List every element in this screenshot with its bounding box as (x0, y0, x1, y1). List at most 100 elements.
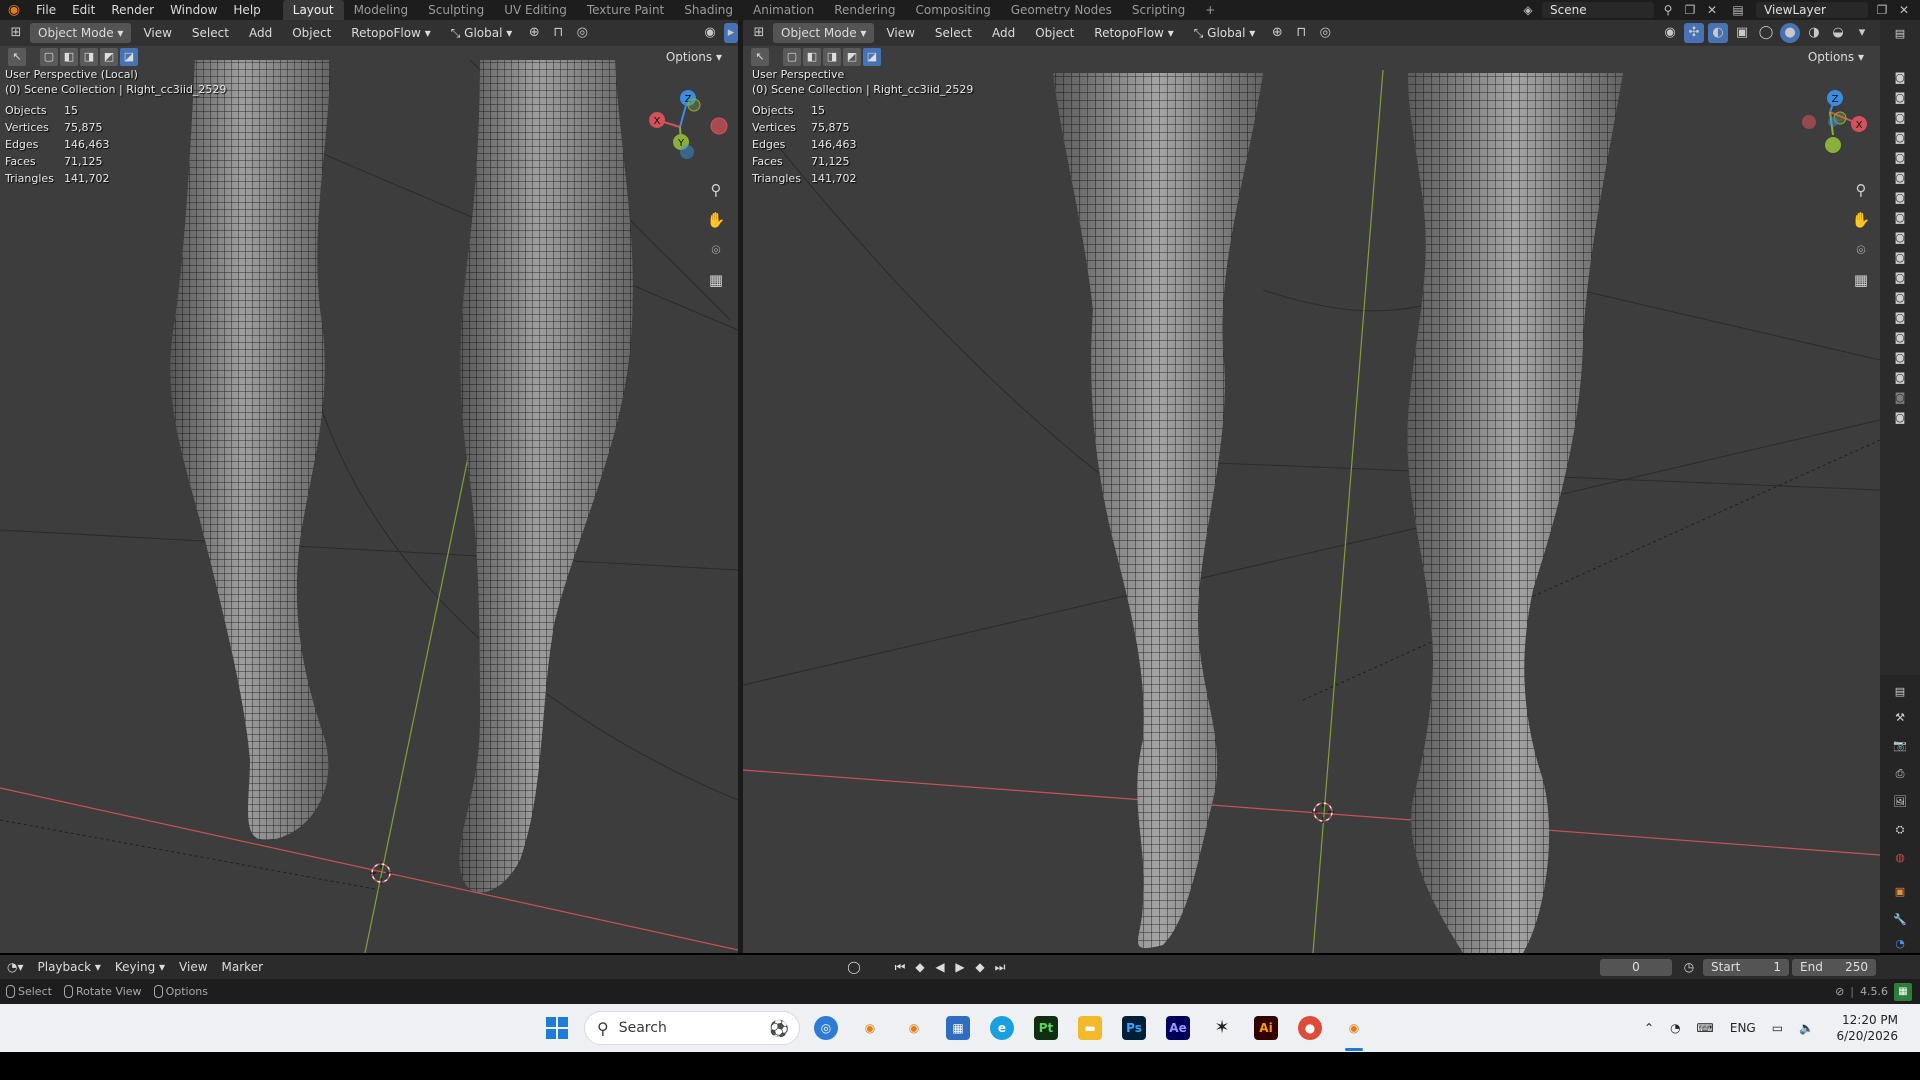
current-frame-field[interactable]: 0 (1600, 959, 1672, 976)
visibility-icon[interactable]: ◉ (700, 23, 720, 43)
physics-properties-icon[interactable]: ◔ (1892, 936, 1908, 952)
end-frame-field[interactable]: End 250 (1792, 959, 1876, 976)
right-retopoflow-menu[interactable]: RetopoFlow ▾ (1086, 23, 1181, 43)
properties-editor-icon[interactable]: ▤ (1892, 684, 1908, 700)
ortho-grid-icon[interactable]: ▦ (1849, 268, 1873, 292)
tab-modeling[interactable]: Modeling (344, 0, 419, 20)
output-properties-icon[interactable]: ⎙ (1892, 766, 1908, 782)
menu-playback[interactable]: Playback ▾ (31, 955, 108, 979)
left-retopoflow-menu[interactable]: RetopoFlow ▾ (343, 23, 438, 43)
select-mode-new-icon[interactable]: ▢ (40, 48, 58, 66)
camera-view-icon[interactable]: ⌾ (1849, 238, 1873, 262)
volume-icon[interactable]: 🔈 (1799, 1021, 1814, 1035)
menu-view[interactable]: View (172, 955, 214, 979)
after-effects-icon[interactable]: Ae (1166, 1016, 1190, 1040)
camera-toggle-icon[interactable]: ◙ (1892, 310, 1908, 326)
pivot-icon[interactable]: ⊕ (1267, 23, 1287, 43)
left-3d-viewport[interactable]: ⊞ Object Mode ▾ View Select Add Object R… (0, 20, 738, 953)
camera-toggle-icon[interactable]: ◙ (1892, 410, 1908, 426)
proportional-edit-icon[interactable]: ◎ (572, 23, 592, 43)
right-menu-select[interactable]: Select (927, 23, 980, 43)
toggle-gizmo-icon[interactable]: ▸ (724, 23, 738, 43)
tool-settings-icon[interactable]: ⚒ (1892, 710, 1908, 726)
ortho-grid-icon[interactable]: ▦ (704, 268, 728, 292)
select-mode-invert-icon[interactable]: ◩ (100, 48, 118, 66)
camera-toggle-icon[interactable]: ◙ (1892, 350, 1908, 366)
chrome-icon[interactable]: ● (1298, 1016, 1322, 1040)
keyboard-icon[interactable]: ⌨ (1697, 1021, 1714, 1035)
select-mode-intersect-icon[interactable]: ◪ (863, 48, 881, 66)
blender-logo-icon[interactable]: ◉ (6, 2, 22, 18)
tab-geometry-nodes[interactable]: Geometry Nodes (1001, 0, 1122, 20)
new-viewlayer-icon[interactable]: ❐ (1874, 2, 1890, 18)
timeline-editor-icon[interactable]: ◔▾ (0, 955, 31, 979)
select-mode-extend-icon[interactable]: ◧ (60, 48, 78, 66)
tab-compositing[interactable]: Compositing (905, 0, 1000, 20)
right-axis-gizmo[interactable]: Z X (1788, 82, 1878, 182)
language-indicator[interactable]: ENG (1730, 1021, 1756, 1035)
tab-texture-paint[interactable]: Texture Paint (577, 0, 674, 20)
next-keyframe-icon[interactable]: ◆ (972, 959, 988, 975)
left-mode-dropdown[interactable]: Object Mode ▾ (30, 23, 132, 43)
viewlayer-selector-icon[interactable]: ▤ (1726, 2, 1750, 18)
wireframe-shading-icon[interactable]: ◯ (1756, 23, 1776, 43)
camera-toggle-icon[interactable]: ◙ (1892, 210, 1908, 226)
play-icon[interactable]: ▶ (952, 959, 968, 975)
pycharm-icon[interactable]: Pt (1034, 1016, 1058, 1040)
left-menu-add[interactable]: Add (241, 23, 280, 43)
rendered-shading-icon[interactable]: ◒ (1828, 23, 1848, 43)
select-mode-subtract-icon[interactable]: ◨ (80, 48, 98, 66)
select-tool-icon[interactable]: ↖ (751, 48, 769, 66)
left-menu-object[interactable]: Object (284, 23, 339, 43)
select-mode-extend-icon[interactable]: ◧ (803, 48, 821, 66)
right-options-dropdown[interactable]: Options ▾ (1800, 47, 1872, 67)
start-icon[interactable] (545, 1016, 569, 1040)
menu-edit[interactable]: Edit (64, 0, 103, 20)
editor-type-icon[interactable]: ⊞ (6, 23, 26, 43)
select-mode-intersect-icon[interactable]: ◪ (120, 48, 138, 66)
camera-toggle-icon[interactable]: ◙ (1892, 190, 1908, 206)
right-3d-viewport[interactable]: ⊞ Object Mode ▾ View Select Add Object R… (743, 20, 1880, 953)
camera-toggle-icon[interactable]: ◙ (1892, 330, 1908, 346)
delete-viewlayer-icon[interactable]: ✕ (1896, 2, 1912, 18)
camera-toggle-icon[interactable]: ◙ (1892, 110, 1908, 126)
left-menu-select[interactable]: Select (184, 23, 237, 43)
select-mode-invert-icon[interactable]: ◩ (843, 48, 861, 66)
left-menu-view[interactable]: View (135, 23, 179, 43)
new-scene-icon[interactable]: ❐ (1682, 2, 1698, 18)
scene-selector-icon[interactable]: ◈ (1520, 2, 1536, 18)
camera-toggle-icon[interactable]: ◙ (1892, 390, 1908, 406)
proportional-edit-icon[interactable]: ◎ (1315, 23, 1335, 43)
camera-toggle-icon[interactable]: ◙ (1892, 250, 1908, 266)
add-workspace-button[interactable]: + (1195, 0, 1225, 20)
camera-toggle-icon[interactable]: ◙ (1892, 370, 1908, 386)
menu-render[interactable]: Render (103, 0, 162, 20)
edge-icon[interactable]: e (990, 1016, 1014, 1040)
tab-animation[interactable]: Animation (743, 0, 824, 20)
photoshop-icon[interactable]: Ps (1122, 1016, 1146, 1040)
pin-icon[interactable]: ⚲ (1660, 2, 1676, 18)
menu-marker[interactable]: Marker (215, 955, 270, 979)
solid-shading-icon[interactable]: ● (1780, 23, 1800, 43)
camera-toggle-icon[interactable]: ◙ (1892, 150, 1908, 166)
taskbar-search[interactable]: ⚲ Search ⚽ (584, 1011, 800, 1045)
shading-options-icon[interactable]: ▾ (1852, 23, 1872, 43)
right-menu-object[interactable]: Object (1027, 23, 1082, 43)
camera-toggle-icon[interactable]: ◙ (1892, 130, 1908, 146)
blender-app-icon-2[interactable]: ◉ (902, 1016, 926, 1040)
start-frame-field[interactable]: Start 1 (1703, 959, 1789, 976)
scene-properties-icon[interactable]: ⛭ (1892, 822, 1908, 838)
clock[interactable]: 12:20 PM 6/20/2026 (1834, 1004, 1898, 1052)
gizmo-toggle-icon[interactable]: ✣ (1684, 23, 1704, 43)
jump-end-icon[interactable]: ⏭ (992, 959, 1008, 975)
folder-icon[interactable]: ▬ (1078, 1016, 1102, 1040)
menu-window[interactable]: Window (162, 0, 225, 20)
tab-layout[interactable]: Layout (282, 0, 344, 20)
camera-toggle-icon[interactable]: ◙ (1892, 70, 1908, 86)
editor-type-icon[interactable]: ⊞ (749, 23, 769, 43)
store-icon[interactable]: ▦ (946, 1016, 970, 1040)
scene-name-field[interactable]: Scene (1542, 2, 1654, 18)
viewlayer-name-field[interactable]: ViewLayer (1756, 2, 1868, 18)
pan-hand-icon[interactable]: ✋ (1849, 208, 1873, 232)
app-icon-1[interactable]: ◎ (814, 1016, 838, 1040)
